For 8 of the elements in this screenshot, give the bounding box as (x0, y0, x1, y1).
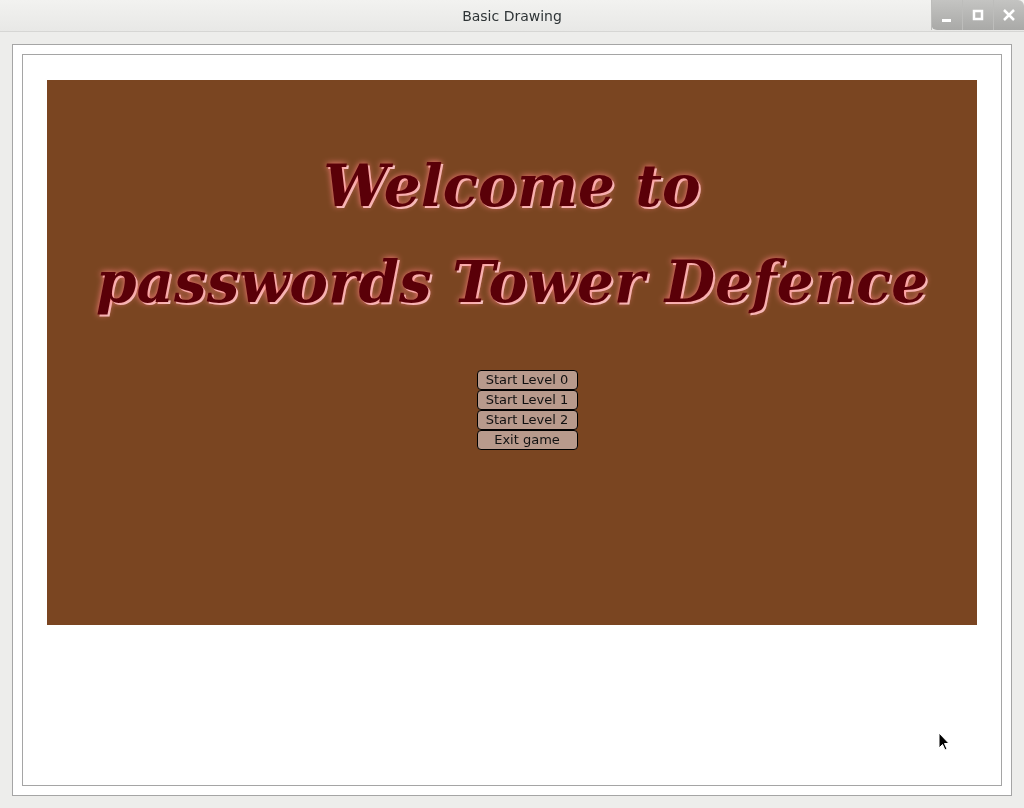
mouse-pointer-icon (938, 732, 950, 752)
welcome-heading: passwords Tower Defence (95, 247, 929, 318)
menu-button[interactable]: Start Level 1 (476, 390, 578, 410)
welcome-heading: Welcome to (323, 151, 701, 222)
menu-button[interactable]: Start Level 0 (476, 370, 578, 390)
menu-button[interactable]: Start Level 2 (476, 410, 578, 430)
window-title: Basic Drawing (462, 7, 562, 24)
menu-button[interactable]: Exit game (476, 430, 578, 450)
